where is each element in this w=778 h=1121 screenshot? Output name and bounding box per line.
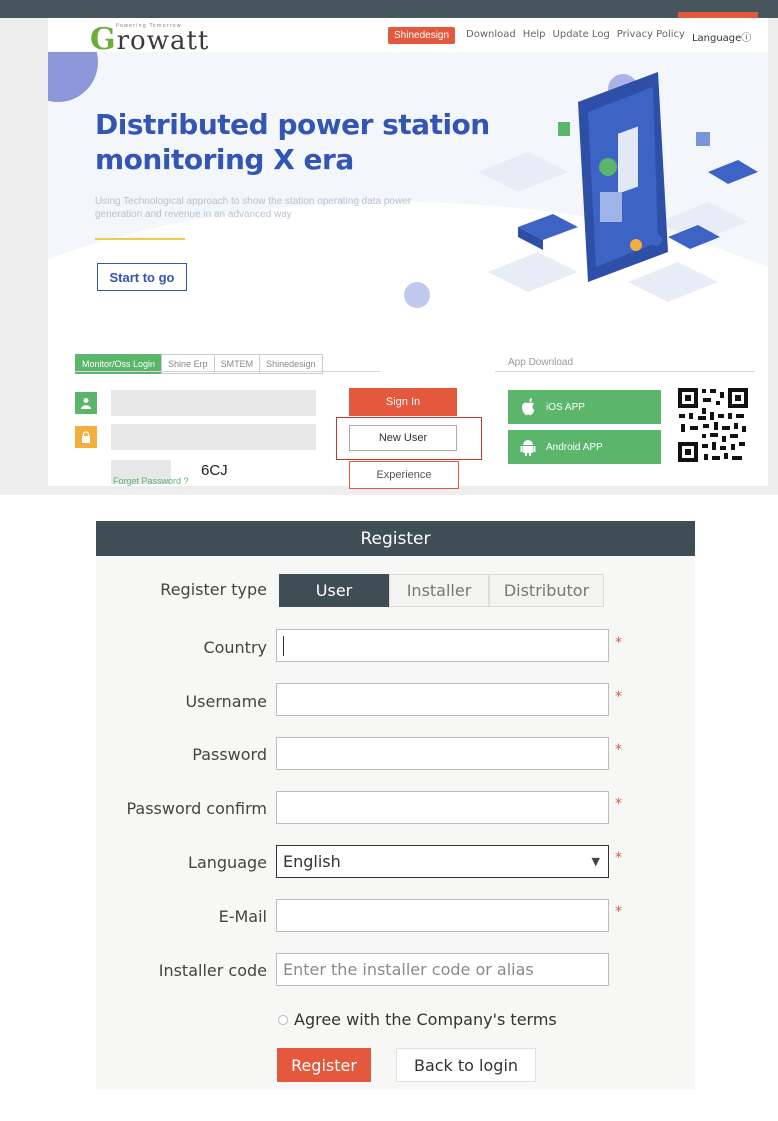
text-caret	[283, 635, 284, 656]
right-gutter	[768, 18, 778, 495]
sign-in-button[interactable]: Sign In	[349, 388, 457, 416]
register-type-label: Register type	[160, 580, 267, 599]
required-mark: *	[615, 742, 622, 758]
installer-code-label: Installer code	[158, 961, 267, 980]
agree-radio[interactable]	[278, 1014, 288, 1025]
required-mark: *	[615, 635, 622, 651]
nav-link-download[interactable]: Download	[466, 29, 516, 44]
android-app-button[interactable]: Android APP	[508, 430, 661, 464]
qr-code[interactable]	[676, 386, 750, 464]
shinedesign-badge[interactable]: Shinedesign	[388, 27, 456, 44]
register-type-distributor[interactable]: Distributor	[489, 574, 604, 607]
browser-top-bar	[0, 0, 778, 18]
android-app-label: Android APP	[546, 441, 603, 453]
password-label: Password	[192, 745, 267, 764]
app-download-title: App Download	[508, 357, 574, 368]
required-mark: *	[615, 850, 622, 866]
login-page-screenshot: Powering Tomorrow Growatt Shinedesign Do…	[0, 0, 778, 495]
username-input[interactable]	[111, 390, 316, 416]
language-label: Language	[188, 853, 267, 872]
agree-label: Agree with the Company's terms	[294, 1010, 557, 1029]
nav-link-privacy[interactable]: Privacy Policy	[617, 29, 685, 44]
divider	[75, 371, 380, 372]
hero-banner: Distributed power station monitoring X e…	[48, 52, 768, 342]
email-label: E-Mail	[218, 907, 267, 926]
language-selector[interactable]: Languageⓘ	[692, 29, 751, 44]
register-header: Register	[96, 521, 695, 556]
password-confirm-label: Password confirm	[126, 799, 267, 818]
register-panel: Register Register type User Installer Di…	[96, 521, 695, 1090]
user-icon	[75, 392, 97, 414]
password-field[interactable]	[276, 737, 609, 770]
ios-app-label: iOS APP	[546, 401, 585, 413]
email-field[interactable]	[276, 899, 609, 932]
divider	[495, 371, 755, 372]
lock-icon	[75, 426, 97, 448]
login-area: Monitor/Oss Login Shine Erp SMTEM Shined…	[48, 342, 768, 489]
top-nav: Powering Tomorrow Growatt Shinedesign Do…	[48, 18, 768, 57]
new-user-button[interactable]: New User	[349, 425, 457, 451]
hero-divider	[95, 238, 185, 240]
chevron-down-icon: ▼	[591, 855, 600, 868]
password-input[interactable]	[111, 424, 316, 450]
logo-tagline: Powering Tomorrow	[116, 23, 182, 29]
left-gutter	[0, 18, 48, 495]
hero-illustration	[478, 72, 758, 302]
language-value: English	[283, 852, 341, 871]
register-type-user[interactable]: User	[279, 574, 389, 607]
installer-code-placeholder: Enter the installer code or alias	[283, 960, 534, 979]
start-to-go-button[interactable]: Start to go	[97, 263, 187, 291]
forget-password-link[interactable]: Forget Password ?	[113, 476, 189, 486]
required-mark: *	[615, 796, 622, 812]
required-mark: *	[615, 689, 622, 705]
back-to-login-button[interactable]: Back to login	[396, 1048, 536, 1082]
country-input[interactable]	[276, 629, 609, 662]
agree-terms[interactable]: Agree with the Company's terms	[278, 1010, 557, 1029]
username-label: Username	[185, 692, 267, 711]
apple-icon	[522, 398, 535, 416]
nav-links: Download Help Update Log Privacy Policy …	[466, 29, 751, 44]
android-icon	[520, 440, 536, 456]
hero-title: Distributed power station monitoring X e…	[95, 108, 490, 176]
hero-circle-decoration	[404, 282, 430, 308]
username-field[interactable]	[276, 683, 609, 716]
experience-button[interactable]: Experience	[349, 461, 459, 489]
captcha-image[interactable]: 6CJ	[201, 462, 228, 479]
register-button[interactable]: Register	[277, 1048, 371, 1082]
register-type-tabs: User Installer Distributor	[279, 574, 604, 607]
installer-code-field[interactable]: Enter the installer code or alias	[276, 953, 609, 986]
register-type-installer[interactable]: Installer	[389, 574, 489, 607]
hero-blob	[48, 52, 98, 102]
required-mark: *	[615, 904, 622, 920]
nav-link-update-log[interactable]: Update Log	[553, 29, 610, 44]
country-label: Country	[203, 638, 267, 657]
password-confirm-field[interactable]	[276, 791, 609, 824]
ios-app-button[interactable]: iOS APP	[508, 390, 661, 424]
language-select[interactable]: English ▼	[276, 845, 609, 878]
nav-link-help[interactable]: Help	[523, 29, 546, 44]
hero-subtitle: Using Technological approach to show the…	[95, 196, 412, 220]
